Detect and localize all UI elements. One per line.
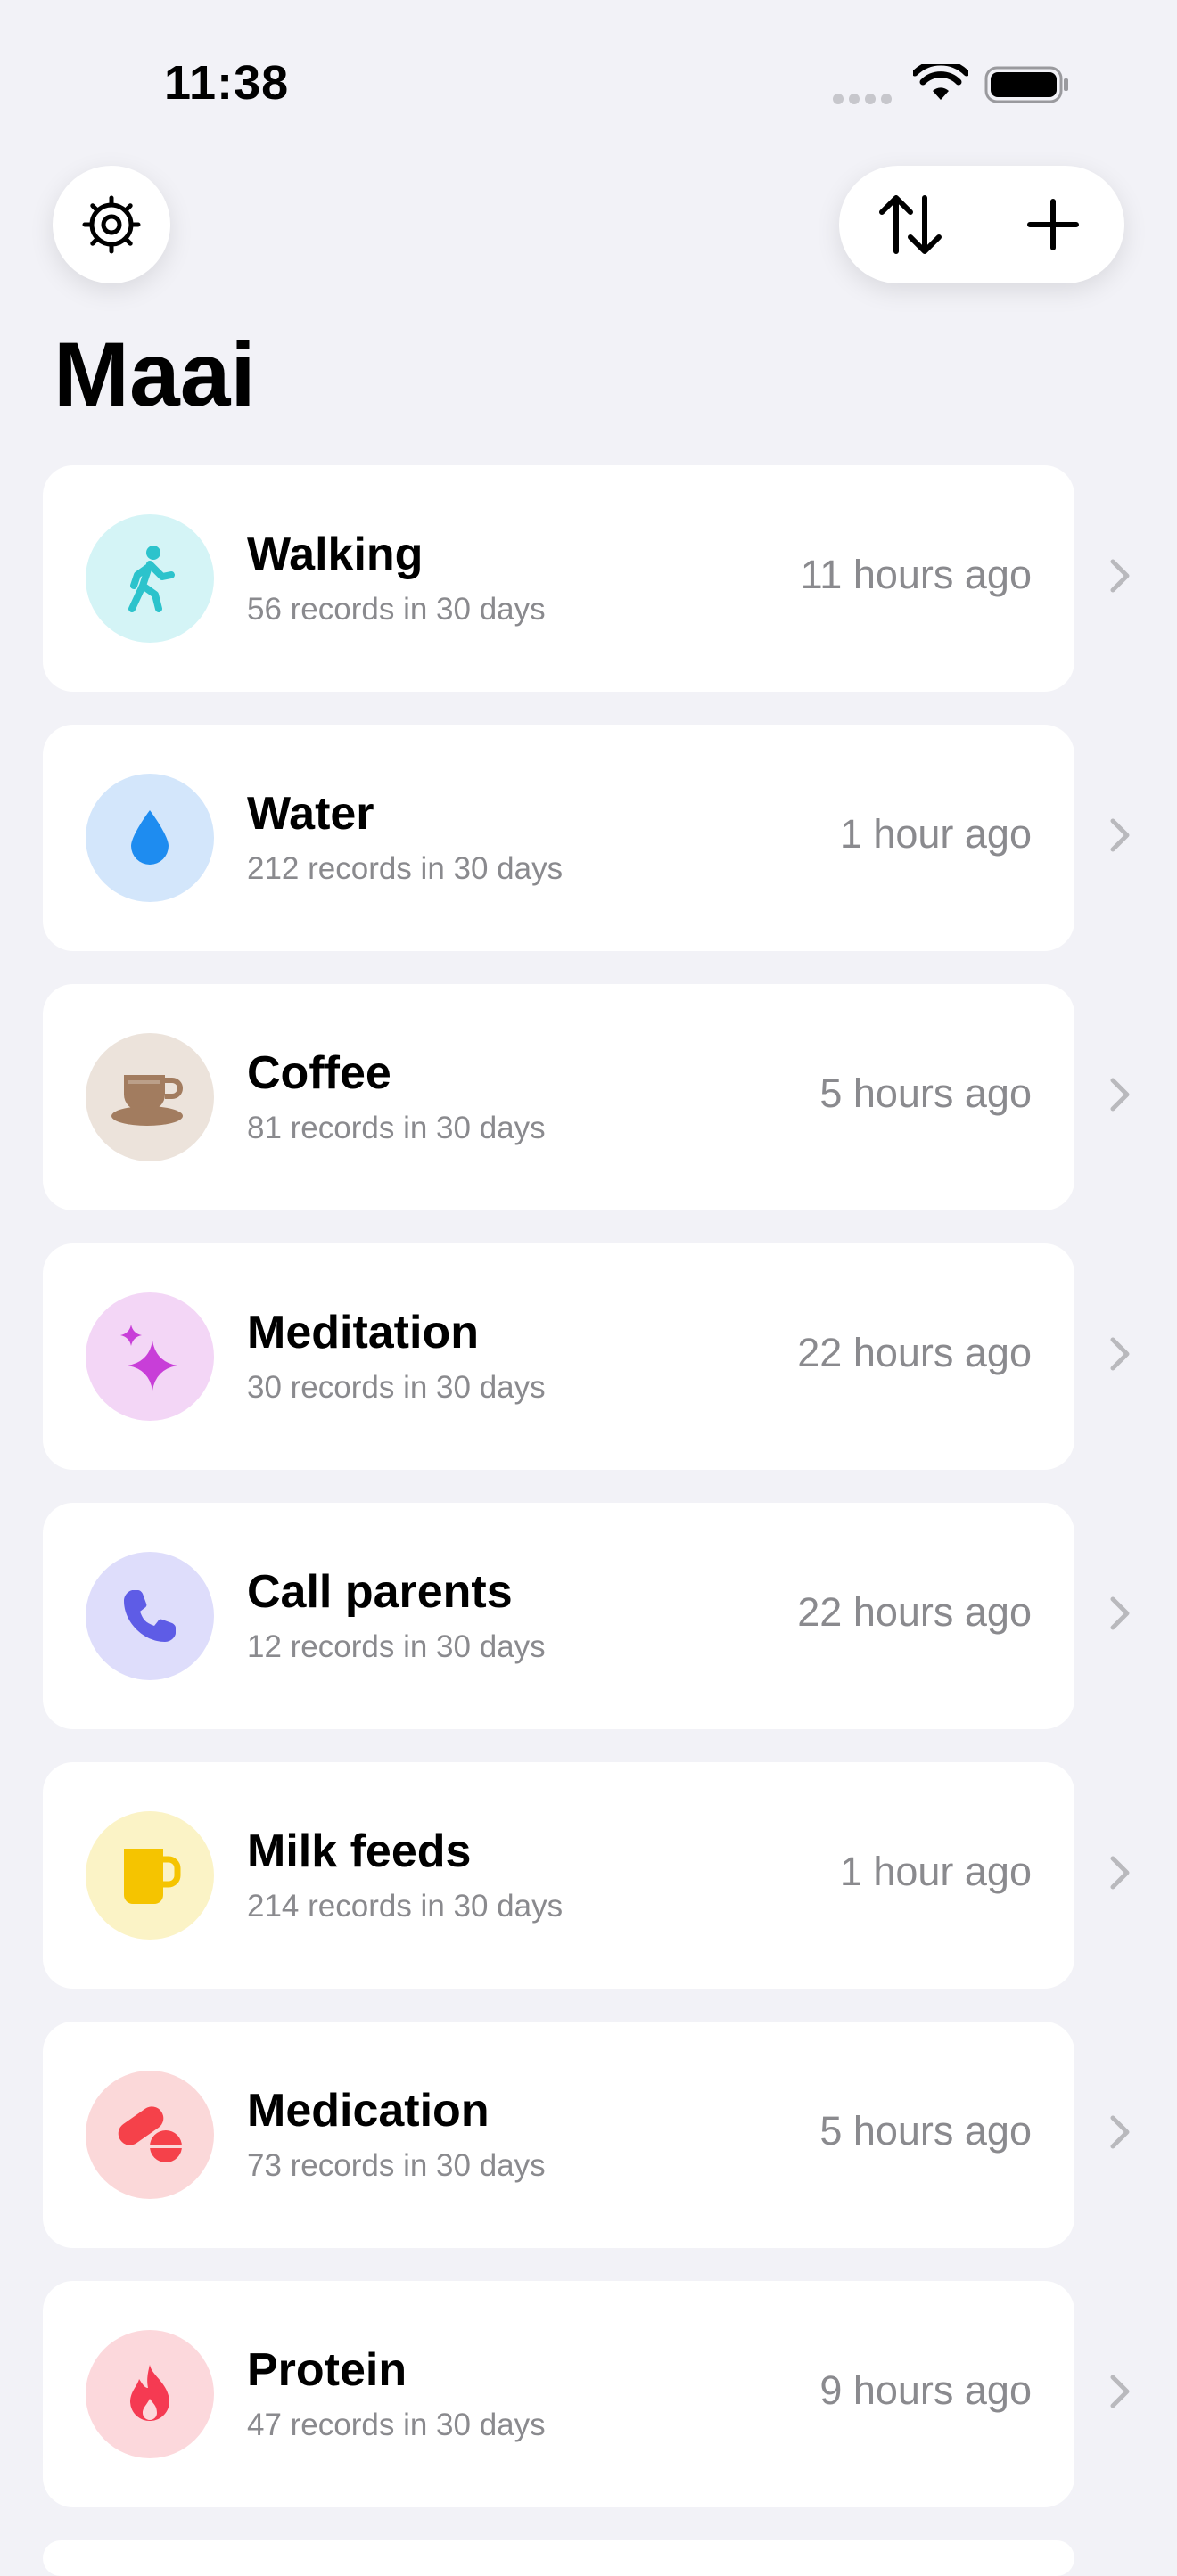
tracker-name: Medication bbox=[247, 2085, 490, 2137]
status-bar: 11:38 bbox=[0, 0, 1177, 134]
tracker-last-record: 9 hours ago bbox=[819, 2367, 1032, 2413]
chevron-right-icon bbox=[1110, 2375, 1130, 2408]
icon-badge bbox=[86, 514, 214, 643]
tracker-summary: 73 records in 30 days bbox=[247, 2148, 546, 2183]
cellular-signal-icon bbox=[833, 93, 897, 109]
icon-badge bbox=[86, 1552, 214, 1680]
tracker-last-record: 5 hours ago bbox=[819, 1071, 1032, 1116]
tracker-name: Protein bbox=[247, 2344, 407, 2396]
list-item-meditation[interactable]: Meditation 30 records in 30 days 22 hour… bbox=[43, 1243, 1148, 1470]
tracker-list: Walking 56 records in 30 days 11 hours a… bbox=[43, 465, 1148, 2540]
gear-icon bbox=[82, 195, 141, 254]
tracker-card[interactable]: Call parents 12 records in 30 days 22 ho… bbox=[43, 1503, 1074, 1729]
drop-icon bbox=[131, 810, 169, 865]
arrow-up-down-icon bbox=[879, 195, 942, 254]
tracker-summary: 212 records in 30 days bbox=[247, 851, 564, 886]
tracker-name: Call parents bbox=[247, 1566, 513, 1618]
wifi-icon bbox=[913, 64, 968, 100]
icon-badge bbox=[86, 1811, 214, 1940]
plus-icon bbox=[1027, 199, 1079, 250]
chevron-right-icon bbox=[1110, 1856, 1130, 1890]
list-item-water[interactable]: Water 212 records in 30 days 1 hour ago bbox=[43, 725, 1148, 951]
icon-badge bbox=[86, 1033, 214, 1161]
tracker-summary: 56 records in 30 days bbox=[247, 592, 546, 627]
tracker-last-record: 11 hours ago bbox=[800, 552, 1032, 597]
status-time: 11:38 bbox=[164, 56, 290, 110]
list-item-protein[interactable]: Protein 47 records in 30 days 9 hours ag… bbox=[43, 2281, 1148, 2507]
tracker-card[interactable]: Meditation 30 records in 30 days 22 hour… bbox=[43, 1243, 1074, 1470]
tracker-last-record: 22 hours ago bbox=[797, 1330, 1032, 1375]
icon-badge bbox=[86, 1292, 214, 1421]
icon-badge bbox=[86, 2330, 214, 2458]
tracker-card[interactable]: Medication 73 records in 30 days 5 hours… bbox=[43, 2022, 1074, 2248]
tracker-name: Milk feeds bbox=[247, 1825, 472, 1877]
chevron-right-icon bbox=[1110, 2115, 1130, 2149]
battery-icon bbox=[984, 66, 1068, 103]
add-button[interactable] bbox=[1000, 171, 1107, 278]
tracker-summary: 12 records in 30 days bbox=[247, 1629, 546, 1664]
tracker-summary: 214 records in 30 days bbox=[247, 1889, 564, 1924]
chevron-right-icon bbox=[1110, 1596, 1130, 1630]
chevron-right-icon bbox=[1110, 1078, 1130, 1112]
tracker-card[interactable]: Coffee 81 records in 30 days 5 hours ago bbox=[43, 984, 1074, 1210]
list-item-walking[interactable]: Walking 56 records in 30 days 11 hours a… bbox=[43, 465, 1148, 692]
icon-badge bbox=[86, 2071, 214, 2199]
tracker-summary: 47 records in 30 days bbox=[247, 2408, 546, 2442]
tracker-card[interactable]: Milk feeds 214 records in 30 days 1 hour… bbox=[43, 1762, 1074, 1989]
list-item-call-parents[interactable]: Call parents 12 records in 30 days 22 ho… bbox=[43, 1503, 1148, 1729]
tracker-name: Water bbox=[247, 788, 374, 840]
figure-walk-icon bbox=[128, 546, 175, 612]
tracker-last-record: 1 hour ago bbox=[839, 1849, 1032, 1894]
tracker-card-partial[interactable] bbox=[43, 2540, 1074, 2576]
icon-badge bbox=[86, 774, 214, 902]
tracker-name: Meditation bbox=[247, 1307, 479, 1358]
pills-icon bbox=[118, 2106, 182, 2162]
chevron-right-icon bbox=[1110, 818, 1130, 852]
page-title: Maai bbox=[54, 324, 256, 425]
tracker-name: Coffee bbox=[247, 1047, 391, 1099]
sparkles-icon bbox=[120, 1325, 177, 1391]
tracker-card[interactable]: Water 212 records in 30 days 1 hour ago bbox=[43, 725, 1074, 951]
settings-button[interactable] bbox=[53, 166, 170, 283]
tracker-summary: 30 records in 30 days bbox=[247, 1370, 546, 1405]
list-item-coffee[interactable]: Coffee 81 records in 30 days 5 hours ago bbox=[43, 984, 1148, 1210]
tracker-last-record: 5 hours ago bbox=[819, 2108, 1032, 2154]
toolbar-actions bbox=[839, 166, 1124, 283]
chevron-right-icon bbox=[1110, 559, 1130, 593]
tracker-last-record: 1 hour ago bbox=[839, 811, 1032, 857]
tracker-card[interactable]: Protein 47 records in 30 days 9 hours ag… bbox=[43, 2281, 1074, 2507]
coffee-cup-icon bbox=[111, 1075, 183, 1126]
list-item-milk-feeds[interactable]: Milk feeds 214 records in 30 days 1 hour… bbox=[43, 1762, 1148, 1989]
chevron-right-icon bbox=[1110, 1337, 1130, 1371]
flame-icon bbox=[130, 2365, 170, 2422]
list-item-medication[interactable]: Medication 73 records in 30 days 5 hours… bbox=[43, 2022, 1148, 2248]
phone-icon bbox=[124, 1590, 176, 1642]
sort-button[interactable] bbox=[857, 171, 964, 278]
tracker-name: Walking bbox=[247, 529, 424, 580]
tracker-last-record: 22 hours ago bbox=[797, 1589, 1032, 1635]
mug-icon bbox=[124, 1849, 181, 1904]
tracker-summary: 81 records in 30 days bbox=[247, 1111, 546, 1145]
tracker-card[interactable]: Walking 56 records in 30 days 11 hours a… bbox=[43, 465, 1074, 692]
